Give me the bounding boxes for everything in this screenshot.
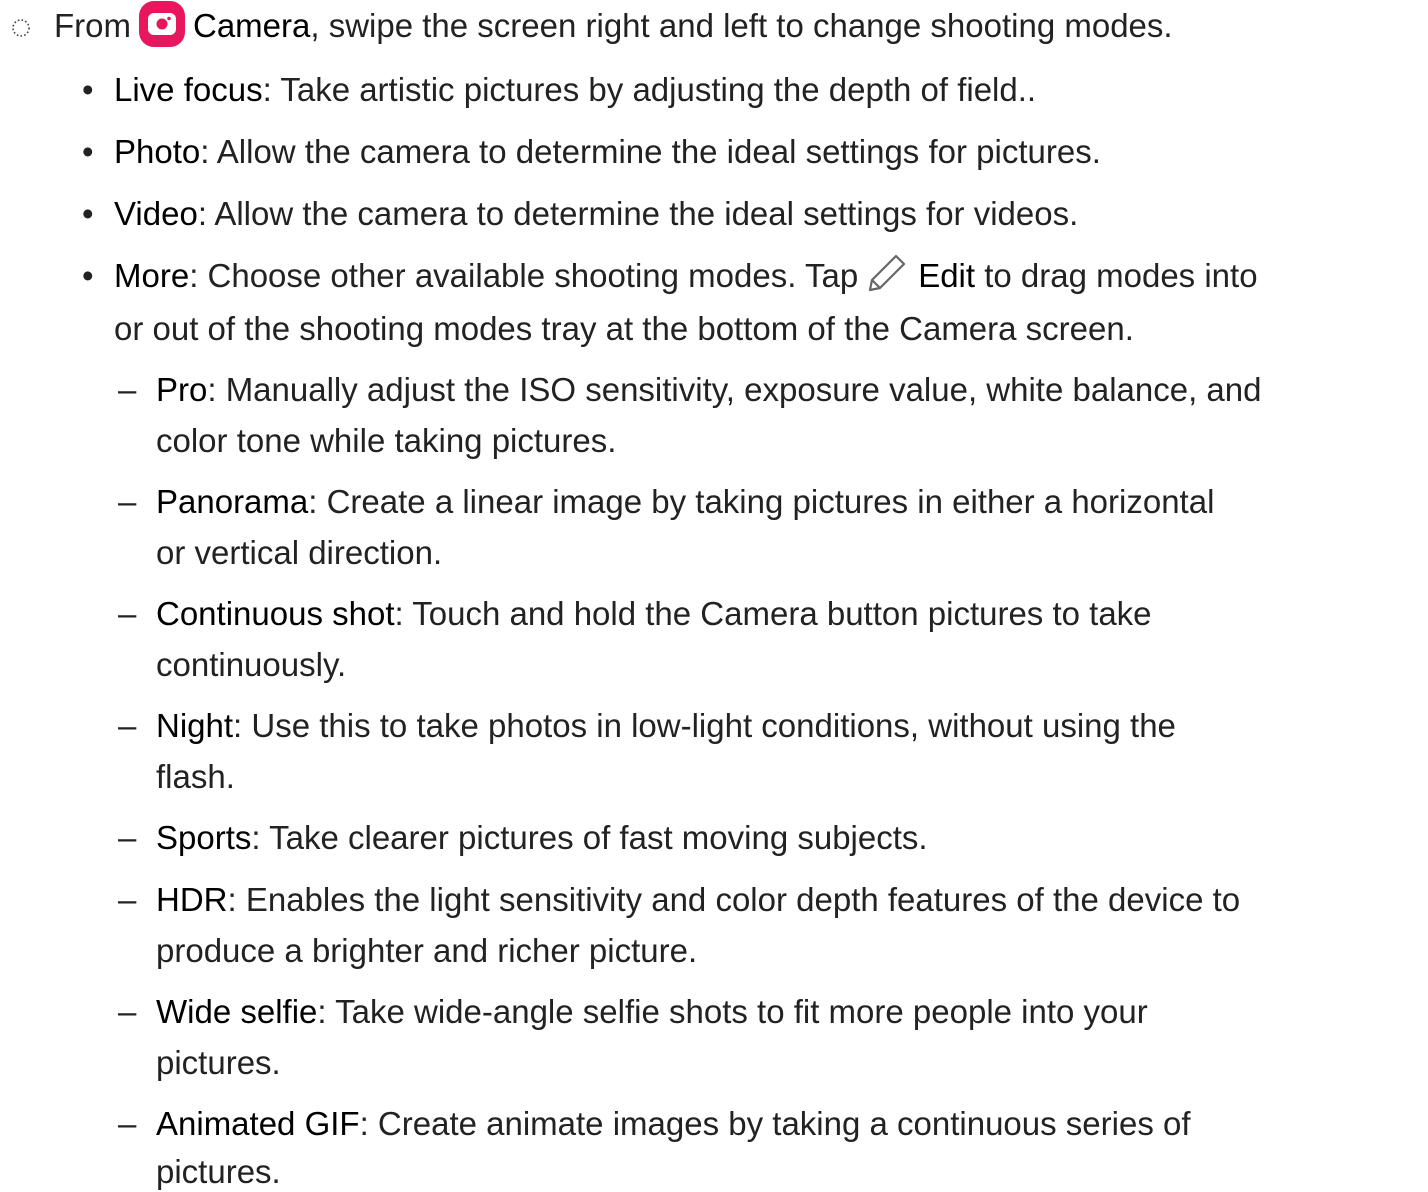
mode-desc: : Allow the camera to determine the idea… — [197, 195, 1079, 232]
mode-term: Video — [114, 195, 198, 232]
sub-item-continuous-shot: Continuous shot: Touch and hold the Came… — [156, 594, 1152, 634]
sub-mode-desc: : Manually adjust the ISO sensitivity, e… — [207, 371, 1262, 408]
sub-mode-term: Continuous shot — [156, 595, 395, 632]
mode-desc: : Choose other available shooting modes.… — [189, 257, 859, 294]
sub-item-panorama: Panorama: Create a linear image by takin… — [156, 482, 1214, 522]
mode-desc: : Take artistic pictures by adjusting th… — [262, 71, 1037, 108]
step-prefix: From — [54, 7, 131, 44]
bullet: • — [82, 257, 94, 294]
edit-label: Edit — [918, 257, 976, 294]
list-item-photo: Photo: Allow the camera to determine the… — [114, 132, 1101, 172]
list-item-live-focus: Live focus: Take artistic pictures by ad… — [114, 70, 1036, 110]
sub-mode-desc: pictures. — [156, 1153, 281, 1190]
sub-item-night: Night: Use this to take photos in low-li… — [156, 706, 1176, 746]
bullet: • — [82, 71, 94, 108]
mode-term: Photo — [114, 133, 201, 170]
list-item-more: More: Choose other available shooting mo… — [114, 255, 1258, 298]
sub-mode-desc: produce a brighter and richer picture. — [156, 932, 698, 969]
dash: – — [118, 819, 137, 856]
dash: – — [118, 483, 137, 520]
sub-mode-desc: : Take clearer pictures of fast moving s… — [251, 819, 928, 856]
dash: – — [118, 993, 137, 1030]
dash: – — [118, 881, 137, 918]
mode-term: Live focus — [114, 71, 263, 108]
sub-item-hdr-line2: produce a brighter and richer picture. — [156, 931, 697, 971]
sub-mode-desc: pictures. — [156, 1044, 281, 1081]
sub-mode-desc: color tone while taking pictures. — [156, 422, 617, 459]
sub-item-panorama-line2: or vertical direction. — [156, 533, 442, 573]
mode-desc: : Allow the camera to determine the idea… — [200, 133, 1101, 170]
sub-mode-desc: or vertical direction. — [156, 534, 443, 571]
sub-mode-desc: : Create a linear image by taking pictur… — [308, 483, 1215, 520]
sub-mode-term: Night — [156, 707, 234, 744]
bullet: • — [82, 133, 94, 170]
sub-mode-desc: : Use this to take photos in low-light c… — [233, 707, 1176, 744]
dotted-circle-icon — [12, 19, 30, 37]
list-item-more-line2: or out of the shooting modes tray at the… — [114, 309, 1134, 349]
list-item-video: Video: Allow the camera to determine the… — [114, 194, 1078, 234]
sub-mode-desc: : Enables the light sensitivity and colo… — [227, 881, 1241, 918]
sub-mode-desc: : Take wide-angle selfie shots to fit mo… — [317, 993, 1148, 1030]
sub-mode-term: HDR — [156, 881, 228, 918]
camera-app-name: Camera — [193, 7, 311, 44]
dash: – — [118, 371, 137, 408]
sub-item-animated-gif-line2: pictures. — [156, 1152, 281, 1192]
sub-mode-term: Animated GIF — [156, 1105, 360, 1142]
bullet: • — [82, 195, 94, 232]
sub-item-continuous-shot-line2: continuously. — [156, 645, 346, 685]
sub-item-wide-selfie: Wide selfie: Take wide-angle selfie shot… — [156, 992, 1148, 1032]
sub-mode-term: Wide selfie — [156, 993, 318, 1030]
sub-item-pro: Pro: Manually adjust the ISO sensitivity… — [156, 370, 1262, 410]
sub-item-night-line2: flash. — [156, 757, 235, 797]
sub-mode-term: Panorama — [156, 483, 309, 520]
mode-term: More — [114, 257, 190, 294]
dash: – — [118, 1105, 137, 1142]
sub-item-pro-line2: color tone while taking pictures. — [156, 421, 616, 461]
pencil-icon — [869, 255, 906, 292]
mode-desc: to drag modes into — [975, 257, 1258, 294]
sub-mode-desc: continuously. — [156, 646, 347, 683]
step-line: From Camera, swipe the screen right and … — [54, 1, 1173, 49]
sub-item-animated-gif: Animated GIF: Create animate images by t… — [156, 1104, 1191, 1144]
sub-mode-desc: flash. — [156, 758, 235, 795]
camera-icon — [139, 1, 185, 48]
step-rest: , swipe the screen right and left to cha… — [310, 7, 1173, 44]
sub-mode-desc: : Create animate images by taking a cont… — [359, 1105, 1191, 1142]
dash: – — [118, 707, 137, 744]
sub-item-hdr: HDR: Enables the light sensitivity and c… — [156, 880, 1240, 920]
sub-item-sports: Sports: Take clearer pictures of fast mo… — [156, 818, 928, 858]
mode-desc: or out of the shooting modes tray at the… — [114, 310, 1134, 347]
sub-mode-term: Sports — [156, 819, 252, 856]
sub-item-wide-selfie-line2: pictures. — [156, 1043, 281, 1083]
sub-mode-desc: : Touch and hold the Camera button pictu… — [394, 595, 1152, 632]
dash: – — [118, 595, 137, 632]
sub-mode-term: Pro — [156, 371, 208, 408]
